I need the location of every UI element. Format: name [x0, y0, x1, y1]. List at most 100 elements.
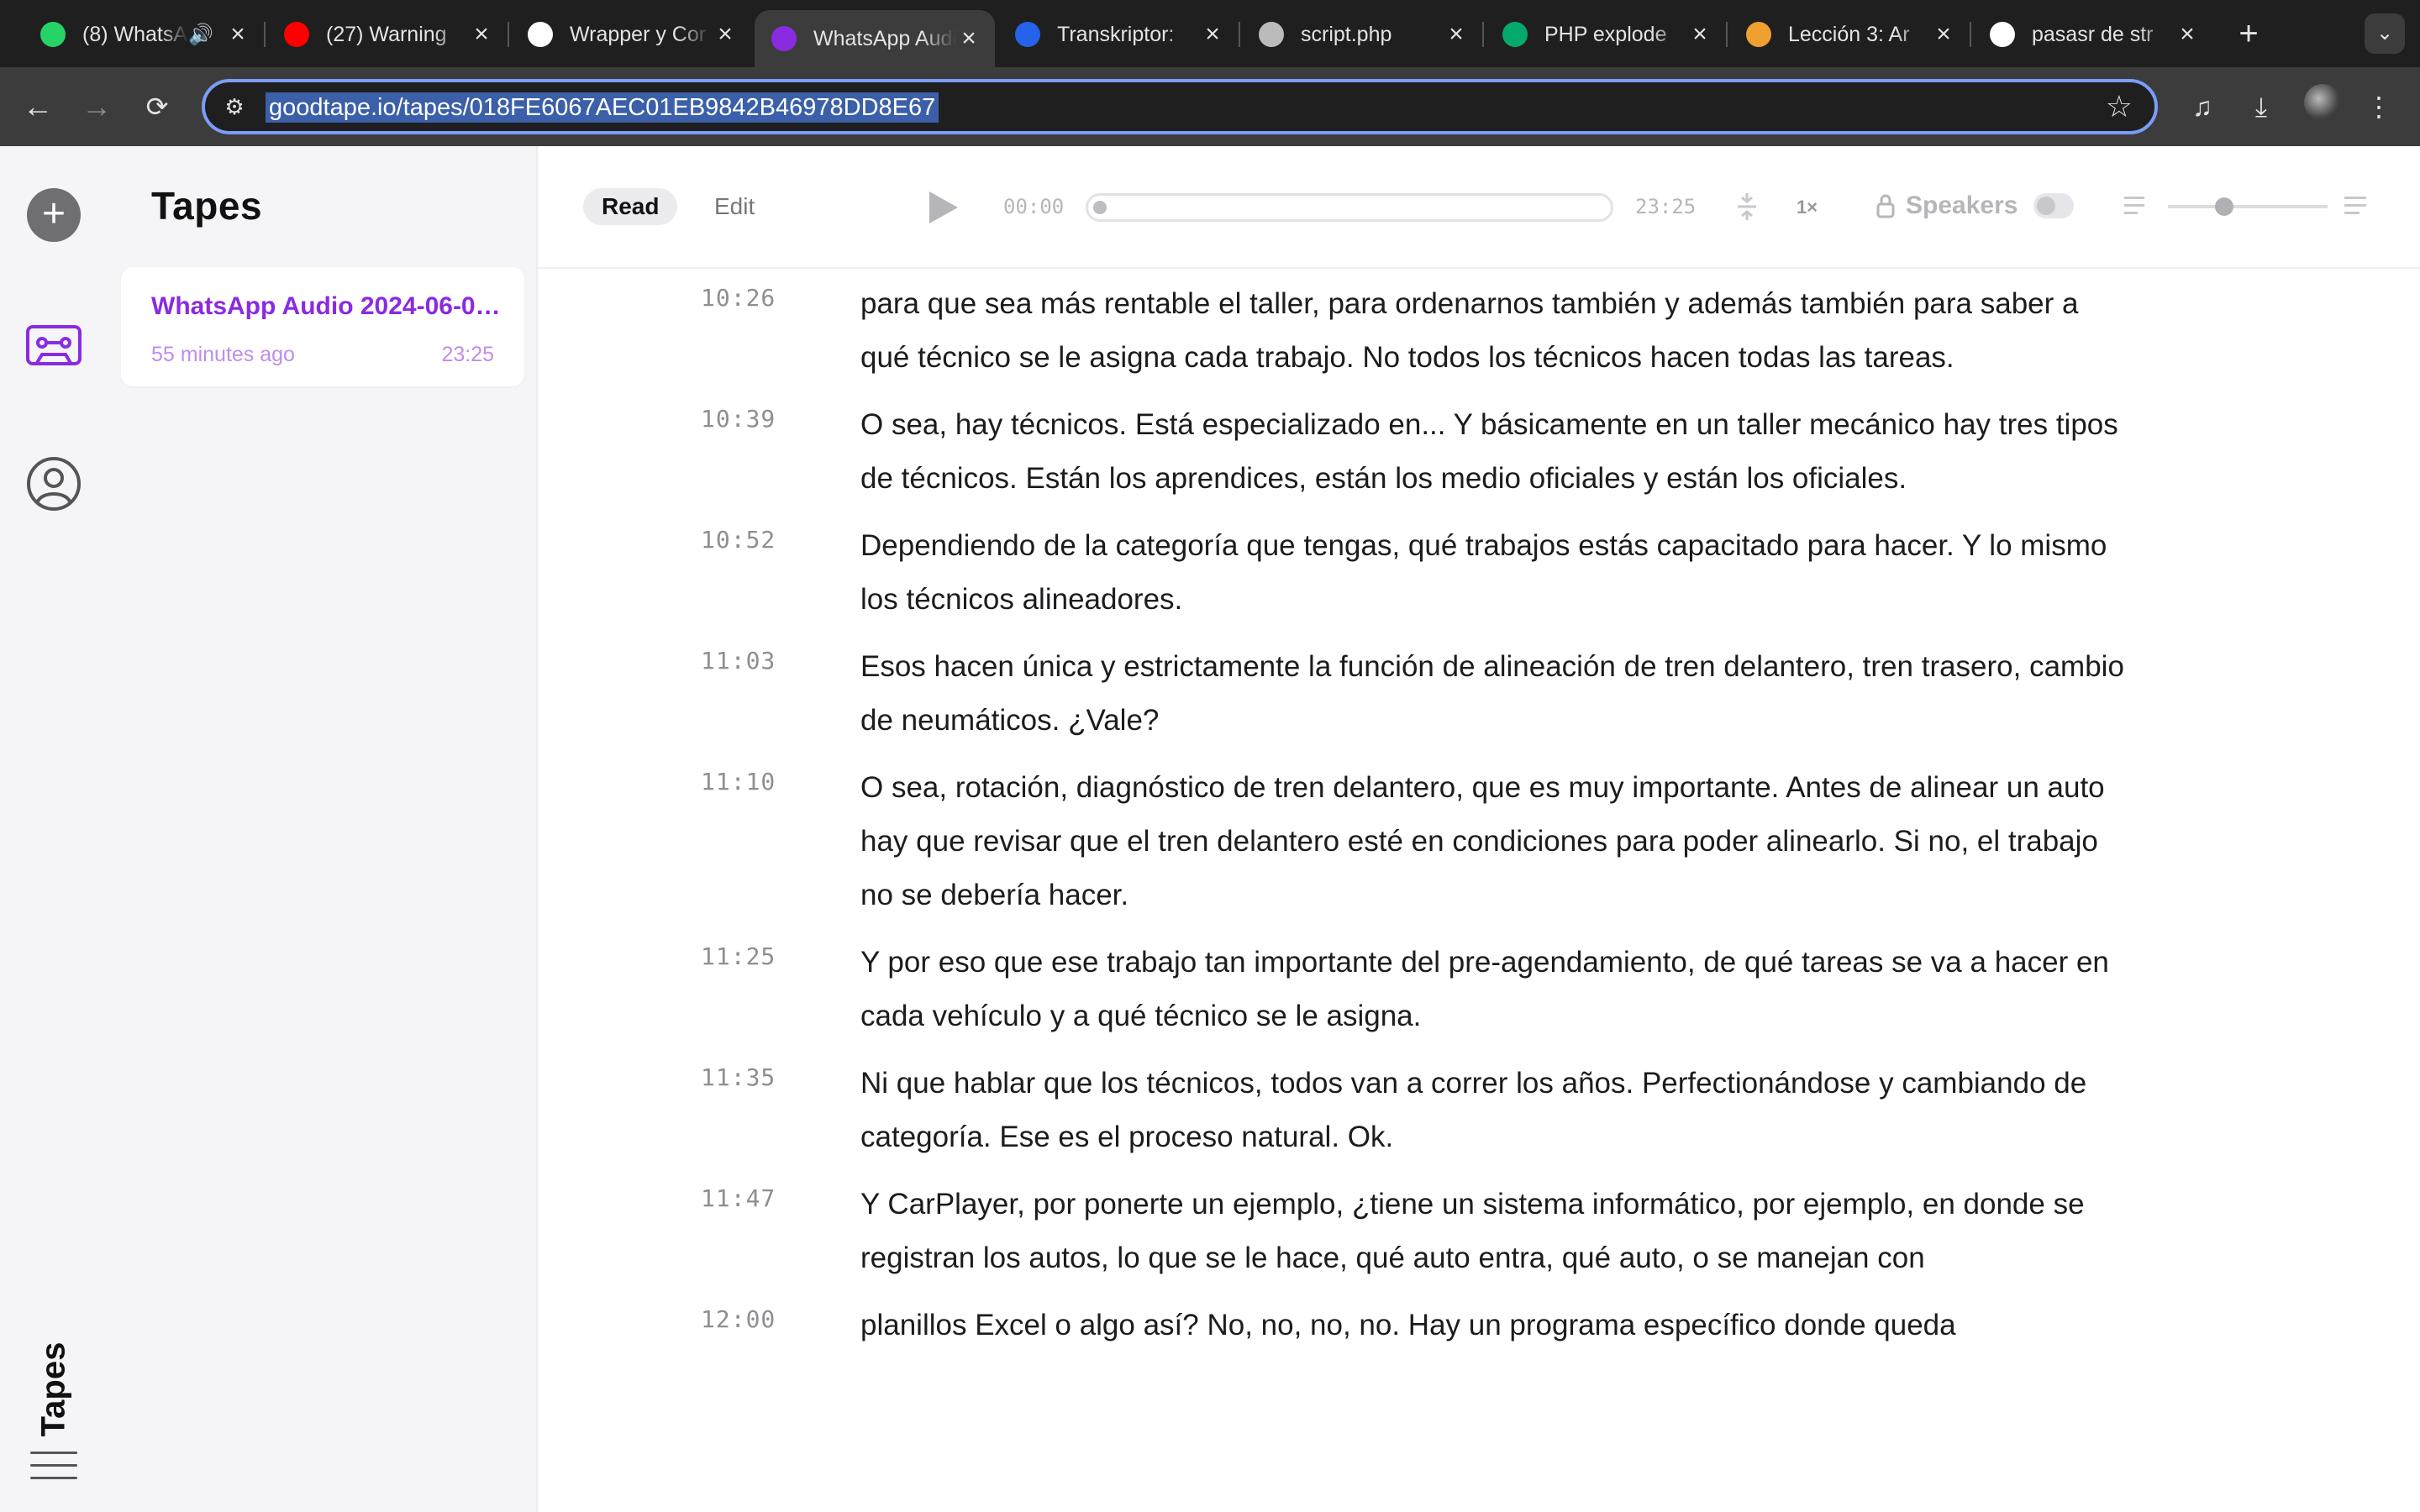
- close-tab-icon[interactable]: ×: [225, 20, 250, 49]
- browser-tab[interactable]: Transkriptor: ×: [998, 10, 1239, 59]
- tab-audio-icon[interactable]: 🔊: [188, 23, 213, 47]
- add-tape-button[interactable]: +: [27, 188, 81, 242]
- reload-button[interactable]: ⟳: [136, 86, 178, 128]
- w3schools-icon: [1502, 22, 1528, 47]
- whatsapp-icon: [40, 22, 66, 47]
- media-control-icon[interactable]: ♫: [2183, 87, 2222, 126]
- segment-timestamp[interactable]: 11:25: [701, 942, 776, 970]
- text-size-slider[interactable]: [2168, 197, 2328, 216]
- browser-tab[interactable]: (8) WhatsApp🔊 ×: [24, 10, 264, 59]
- openai-icon: [528, 22, 553, 47]
- browser-tab[interactable]: script.php ×: [1242, 10, 1482, 59]
- segment-timestamp[interactable]: 11:47: [701, 1184, 776, 1212]
- browser-tab[interactable]: (27) Warning ×: [267, 10, 508, 59]
- close-tab-icon[interactable]: ×: [1931, 20, 1956, 49]
- segment-text[interactable]: planillos Excel o algo así? No, no, no, …: [860, 1299, 2129, 1352]
- text-size-slider-knob[interactable]: [2214, 197, 2233, 216]
- segment-text[interactable]: Y CarPlayer, por ponerte un ejemplo, ¿ti…: [860, 1178, 2129, 1285]
- tapes-panel: Tapes WhatsApp Audio 2024-06-05 at 10.12…: [108, 146, 538, 1512]
- goodtape-app: + Tapes Tapes WhatsApp Audio 2024-06-05 …: [0, 146, 2420, 1512]
- close-tab-icon[interactable]: ×: [2175, 20, 2200, 49]
- playback-rate-button[interactable]: 1×: [1797, 197, 1818, 218]
- browser-tab-title: (8) WhatsApp: [82, 22, 188, 46]
- site-settings-icon[interactable]: ⚙: [220, 92, 249, 121]
- text-size-small-icon[interactable]: [2124, 197, 2148, 217]
- browser-tab-title: WhatsApp Audio: [813, 26, 956, 50]
- transcript-view: Read Edit 00:00 23:25 1× Speakers 10:26 …: [538, 146, 2420, 1512]
- download-icon[interactable]: ⤓: [2242, 87, 2281, 126]
- url-text[interactable]: goodtape.io/tapes/018FE6067AEC01EB9842B4…: [266, 92, 939, 123]
- segment-text[interactable]: Y por eso que ese trabajo tan importante…: [860, 936, 2129, 1043]
- current-time: 00:00: [1003, 195, 1065, 218]
- tab-separator: [1239, 22, 1240, 47]
- icon-rail: + Tapes: [0, 146, 108, 1512]
- close-tab-icon[interactable]: ×: [1200, 20, 1225, 49]
- profile-avatar[interactable]: [2304, 84, 2341, 121]
- google-icon: [1990, 22, 2015, 47]
- tape-time-ago: 55 minutes ago: [151, 343, 295, 366]
- progress-knob[interactable]: [1093, 201, 1107, 214]
- back-button[interactable]: ←: [17, 86, 59, 128]
- browser-menu-icon[interactable]: ⋮: [2360, 87, 2398, 126]
- player-toolbar: Read Edit 00:00 23:25 1× Speakers: [538, 146, 2420, 269]
- segment-timestamp[interactable]: 11:03: [701, 647, 776, 675]
- speakers-toggle[interactable]: [2033, 193, 2074, 218]
- tab-separator: [264, 22, 266, 47]
- segment-timestamp[interactable]: 10:39: [701, 405, 776, 433]
- close-tab-icon[interactable]: ×: [1687, 20, 1712, 49]
- tab-search-button[interactable]: ⌄: [2365, 13, 2405, 54]
- browser-tab[interactable]: PHP explode ×: [1486, 10, 1726, 59]
- tapes-heading: Tapes: [151, 184, 263, 228]
- segment-text[interactable]: O sea, rotación, diagnóstico de tren del…: [860, 761, 2129, 922]
- tape-list-item[interactable]: WhatsApp Audio 2024-06-05 at 10.12.34 55…: [121, 267, 524, 386]
- tab-separator: [508, 22, 509, 47]
- total-time: 23:25: [1635, 195, 1697, 218]
- bookmark-star-icon[interactable]: ☆: [2106, 89, 2133, 124]
- segment-text[interactable]: Esos hacen única y estrictamente la func…: [860, 640, 2129, 748]
- read-mode-tab[interactable]: Read: [583, 188, 678, 225]
- forward-button[interactable]: →: [76, 86, 118, 128]
- tab-separator: [1726, 22, 1728, 47]
- segment-timestamp[interactable]: 12:00: [701, 1305, 776, 1333]
- playback-progress-bar[interactable]: [1086, 193, 1613, 222]
- browser-tab[interactable]: WhatsApp Audio ×: [755, 10, 995, 67]
- browser-tab-title: script.php: [1301, 22, 1392, 46]
- text-size-large-icon[interactable]: [2344, 197, 2368, 217]
- split-segment-icon[interactable]: [1734, 190, 1760, 223]
- browser-tab[interactable]: pasasr de str ×: [1973, 10, 2213, 59]
- segment-text[interactable]: Ni que hablar que los técnicos, todos va…: [860, 1057, 2129, 1164]
- browser-toolbar: ← → ⟳ ⚙ goodtape.io/tapes/018FE6067AEC01…: [0, 67, 2420, 146]
- cassette-tape-icon[interactable]: [25, 324, 82, 366]
- segment-timestamp[interactable]: 11:10: [701, 768, 776, 795]
- browser-tab-title: Lección 3: Ar: [1788, 22, 1910, 46]
- user-profile-icon[interactable]: [25, 455, 82, 512]
- youtube-icon: [284, 22, 309, 47]
- segment-timestamp[interactable]: 11:35: [701, 1063, 776, 1091]
- browser-tab-strip: + ⌄ (8) WhatsApp🔊×(27) Warning×Wrapper y…: [0, 0, 2420, 67]
- tape-duration: 23:25: [441, 343, 494, 366]
- segment-text[interactable]: Dependiendo de la categoría que tengas, …: [860, 519, 2129, 627]
- hamburger-menu-icon[interactable]: [30, 1452, 77, 1485]
- browser-tab-title: Transkriptor:: [1057, 22, 1175, 46]
- close-tab-icon[interactable]: ×: [469, 20, 494, 49]
- close-tab-icon[interactable]: ×: [713, 20, 738, 49]
- close-tab-icon[interactable]: ×: [956, 24, 981, 53]
- edit-mode-tab[interactable]: Edit: [714, 188, 755, 225]
- segment-timestamp[interactable]: 10:26: [701, 284, 776, 312]
- close-tab-icon[interactable]: ×: [1444, 20, 1469, 49]
- segment-text[interactable]: para que sea más rentable el taller, par…: [860, 277, 2129, 385]
- toggle-knob: [2037, 197, 2055, 215]
- tab-separator: [1482, 22, 1484, 47]
- play-icon[interactable]: [926, 190, 960, 225]
- browser-tab[interactable]: Lección 3: Ar ×: [1729, 10, 1970, 59]
- browser-tab[interactable]: Wrapper y Cor ×: [511, 10, 751, 59]
- new-tab-button[interactable]: +: [2230, 15, 2267, 52]
- goodtape-icon: [771, 26, 797, 51]
- tab-separator: [1970, 22, 1971, 47]
- php-elephant-icon: [1259, 22, 1284, 47]
- segment-text[interactable]: O sea, hay técnicos. Está especializado …: [860, 398, 2129, 506]
- browser-tab-title: Wrapper y Cor: [570, 22, 707, 46]
- browser-tab-title: pasasr de str: [2032, 22, 2154, 46]
- address-bar[interactable]: ⚙ goodtape.io/tapes/018FE6067AEC01EB9842…: [202, 79, 2158, 134]
- segment-timestamp[interactable]: 10:52: [701, 526, 776, 554]
